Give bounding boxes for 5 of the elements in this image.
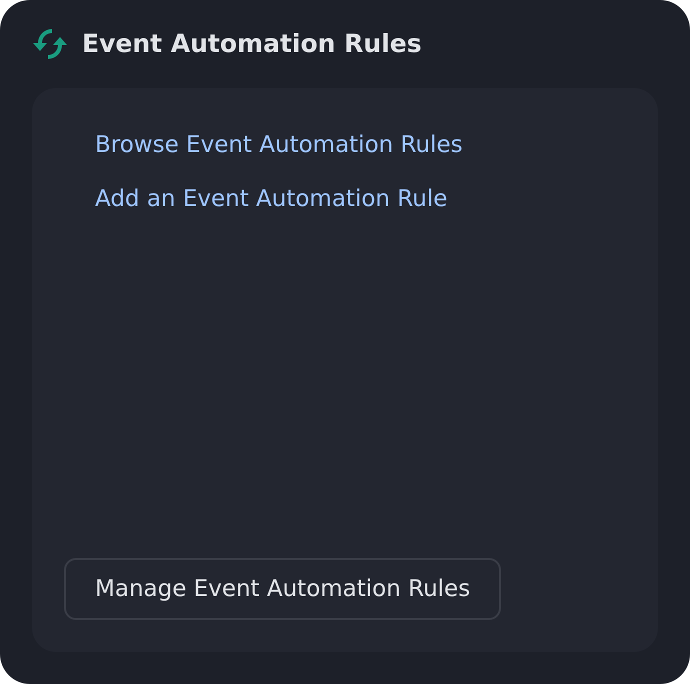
rule-link[interactable]: Browse Event Automation Rules	[95, 132, 463, 160]
rule-link[interactable]: Add an Event Automation Rule	[95, 186, 448, 214]
manage-button[interactable]: Manage Event Automation Rules	[64, 558, 502, 620]
refresh-icon	[32, 26, 68, 62]
card-title: Event Automation Rules	[82, 28, 422, 60]
